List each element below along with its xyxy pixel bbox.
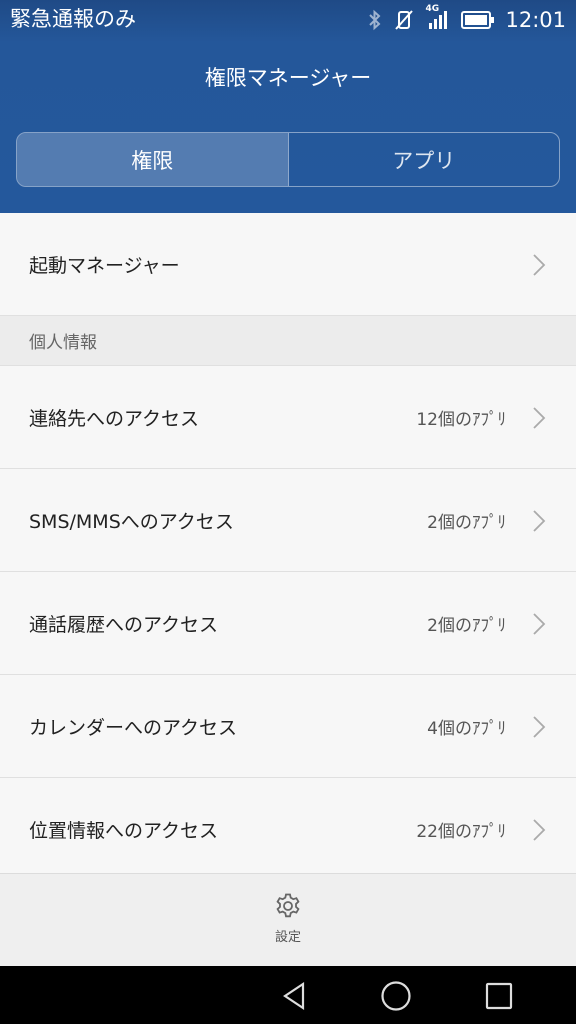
section-header-personal-info: 個人情報 bbox=[0, 316, 576, 366]
chevron-right-icon bbox=[533, 407, 546, 429]
row-label: カレンダーへのアクセス bbox=[29, 716, 238, 739]
row-label: 起動マネージャー bbox=[29, 254, 180, 277]
bottom-bar: 設定 bbox=[0, 873, 576, 966]
row-label: 連絡先へのアクセス bbox=[29, 407, 200, 430]
network-type-label: 4G bbox=[425, 4, 440, 14]
chevron-right-icon bbox=[533, 716, 546, 738]
row-label: 通話履歴へのアクセス bbox=[29, 613, 219, 636]
tab-permissions[interactable]: 権限 bbox=[17, 133, 289, 186]
chevron-right-icon bbox=[533, 254, 546, 276]
settings-label: 設定 bbox=[274, 930, 301, 945]
system-nav-bar bbox=[0, 966, 576, 1024]
app-header: 緊急通報のみ 4G 12:01 権限マネージャー 権限 アプリ bbox=[0, 0, 576, 213]
carrier-text: 緊急通報のみ bbox=[10, 7, 136, 31]
gear-icon bbox=[276, 893, 300, 918]
battery-icon bbox=[461, 10, 495, 30]
home-button[interactable] bbox=[378, 978, 414, 1014]
calendar-access-row[interactable]: カレンダーへのアクセス 4個のｱﾌﾟﾘ bbox=[0, 675, 576, 778]
home-circle-icon bbox=[381, 981, 411, 1011]
app-count: 2個のｱﾌﾟﾘ bbox=[427, 615, 506, 636]
row-label: SMS/MMSへのアクセス bbox=[29, 510, 234, 533]
chevron-right-icon bbox=[533, 613, 546, 635]
location-access-row[interactable]: 位置情報へのアクセス 22個のｱﾌﾟﾘ bbox=[0, 778, 576, 881]
app-count: 4個のｱﾌﾟﾘ bbox=[427, 718, 506, 739]
app-count: 22個のｱﾌﾟﾘ bbox=[416, 821, 506, 842]
status-bar: 緊急通報のみ 4G 12:01 bbox=[0, 0, 576, 40]
startup-manager-row[interactable]: 起動マネージャー bbox=[0, 213, 576, 316]
chevron-right-icon bbox=[533, 819, 546, 841]
tab-switcher: 権限 アプリ bbox=[16, 132, 560, 187]
page-title: 権限マネージャー bbox=[204, 66, 372, 90]
recents-button[interactable] bbox=[481, 978, 517, 1014]
contacts-access-row[interactable]: 連絡先へのアクセス 12個のｱﾌﾟﾘ bbox=[0, 366, 576, 469]
permission-list: 起動マネージャー 個人情報 連絡先へのアクセス 12個のｱﾌﾟﾘ SMS/MMS… bbox=[0, 213, 576, 881]
back-button[interactable] bbox=[276, 978, 312, 1014]
call-log-access-row[interactable]: 通話履歴へのアクセス 2個のｱﾌﾟﾘ bbox=[0, 572, 576, 675]
app-count: 12個のｱﾌﾟﾘ bbox=[416, 409, 506, 430]
chevron-right-icon bbox=[533, 510, 546, 532]
status-icons: 4G 12:01 bbox=[367, 4, 566, 35]
bluetooth-icon bbox=[367, 9, 383, 31]
clock: 12:01 bbox=[505, 8, 566, 32]
sms-mms-access-row[interactable]: SMS/MMSへのアクセス 2個のｱﾌﾟﾘ bbox=[0, 469, 576, 572]
back-triangle-icon bbox=[283, 981, 305, 1011]
row-label: 位置情報へのアクセス bbox=[29, 819, 219, 842]
recents-square-icon bbox=[485, 982, 513, 1010]
settings-button[interactable]: 設定 bbox=[248, 892, 328, 962]
vibrate-off-icon bbox=[393, 9, 415, 31]
signal-4g-icon: 4G bbox=[425, 4, 451, 31]
app-count: 2個のｱﾌﾟﾘ bbox=[427, 512, 506, 533]
tab-apps[interactable]: アプリ bbox=[289, 133, 560, 186]
